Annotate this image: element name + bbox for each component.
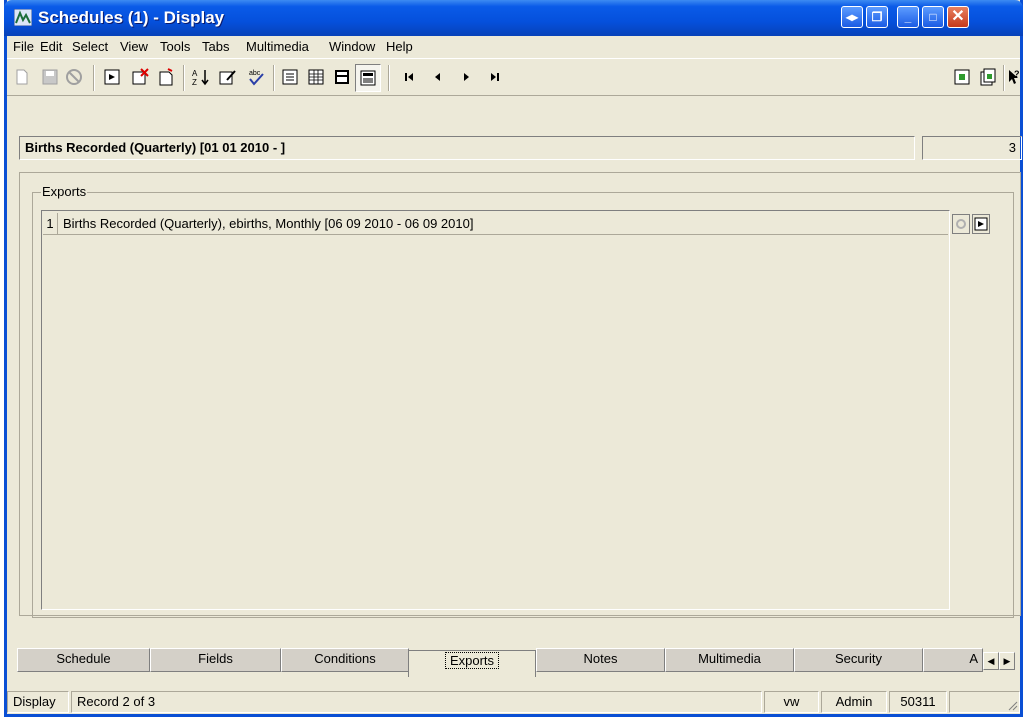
status-role: Admin — [821, 691, 887, 713]
tab-conditions[interactable]: Conditions — [281, 648, 409, 672]
title-bar[interactable]: Schedules (1) - Display ◂▸ ❐ _ □ ✕ — [4, 0, 1023, 36]
status-mode: Display — [7, 691, 69, 713]
toolbar-separator — [273, 65, 275, 91]
view-summary-icon[interactable] — [333, 68, 351, 86]
exports-group-label: Exports — [41, 184, 88, 199]
menu-multimedia[interactable]: Multimedia — [246, 39, 309, 54]
save-icon[interactable] — [41, 68, 59, 86]
application-window: Schedules (1) - Display ◂▸ ❐ _ □ ✕ File … — [4, 0, 1023, 717]
open-record-icon — [974, 217, 988, 231]
toolbar-separator — [1003, 65, 1005, 91]
menu-edit[interactable]: Edit — [40, 39, 62, 54]
view-image-toggle[interactable] — [355, 64, 381, 92]
view-image-icon — [360, 70, 376, 86]
new-record-icon[interactable] — [13, 68, 31, 86]
window-restore-icon: ❐ — [871, 10, 883, 24]
tab-overflow[interactable]: A — [923, 648, 983, 672]
cancel-icon[interactable] — [65, 68, 83, 86]
row-action-button-disabled[interactable] — [952, 214, 970, 234]
row-text: Births Recorded (Quarterly), ebirths, Mo… — [63, 216, 474, 231]
tab-scroll-right-icon[interactable]: ▶ — [999, 652, 1015, 670]
exports-list[interactable] — [41, 210, 950, 610]
tab-security[interactable]: Security — [794, 648, 923, 672]
status-bar: Display Record 2 of 3 vw Admin 50311 — [7, 691, 1020, 714]
menu-tools[interactable]: Tools — [160, 39, 190, 54]
last-record-icon[interactable] — [485, 68, 503, 86]
sort-icon[interactable]: AZ — [192, 68, 210, 86]
tab-notes[interactable]: Notes — [536, 648, 665, 672]
status-grip[interactable] — [949, 691, 1020, 713]
record-count-field: 3 — [922, 136, 1022, 160]
row-action-button[interactable] — [972, 214, 990, 234]
view-list-icon[interactable] — [307, 68, 325, 86]
copy-icon[interactable] — [979, 68, 997, 86]
menu-select[interactable]: Select — [72, 39, 108, 54]
status-record: Record 2 of 3 — [71, 691, 762, 713]
next-record-icon[interactable] — [457, 68, 475, 86]
tab-schedule[interactable]: Schedule — [17, 648, 150, 672]
svg-text:A: A — [192, 69, 198, 78]
tab-exports-label: Exports — [444, 652, 500, 669]
resize-grip-icon — [1008, 701, 1018, 711]
svg-text:Z: Z — [192, 78, 197, 86]
spellcheck-icon[interactable]: abc — [247, 68, 265, 86]
attach-icon[interactable] — [953, 68, 971, 86]
tab-fields[interactable]: Fields — [150, 648, 281, 672]
status-user: vw — [764, 691, 819, 713]
record-title-field: Births Recorded (Quarterly) [01 01 2010 … — [19, 136, 915, 160]
tab-strip: Schedule Fields Conditions Exports Notes… — [7, 648, 1020, 677]
row-number: 1 — [43, 213, 58, 234]
nav-arrows-icon: ◂▸ — [845, 10, 859, 24]
menu-window[interactable]: Window — [329, 39, 375, 54]
help-icon[interactable]: ? — [1008, 68, 1022, 86]
minimize-icon: _ — [904, 10, 912, 24]
list-item[interactable]: 1 Births Recorded (Quarterly), ebirths, … — [43, 213, 948, 235]
maximize-icon: □ — [929, 10, 937, 24]
view-form-icon[interactable] — [281, 68, 299, 86]
first-record-icon[interactable] — [401, 68, 419, 86]
tab-scroll-left-icon[interactable]: ◀ — [983, 652, 999, 670]
previous-record-icon[interactable] — [429, 68, 447, 86]
tab-multimedia[interactable]: Multimedia — [665, 648, 794, 672]
svg-text:?: ? — [1014, 69, 1020, 79]
gear-icon — [956, 219, 966, 229]
app-icon — [14, 9, 32, 26]
close-icon: ✕ — [951, 8, 965, 25]
toolbar-separator — [183, 65, 185, 91]
menu-bar: File Edit Select View Tools Tabs Multime… — [7, 36, 1020, 56]
delete-record-icon[interactable] — [131, 68, 149, 86]
close-button[interactable]: ✕ — [947, 6, 969, 28]
toolbar-separator — [93, 65, 95, 91]
nav-toggle-button[interactable]: ◂▸ — [841, 6, 863, 28]
restore-down-button[interactable]: ❐ — [866, 6, 888, 28]
new-page-icon[interactable] — [157, 68, 175, 86]
tab-exports[interactable]: Exports — [408, 650, 536, 677]
status-code: 50311 — [889, 691, 947, 713]
menu-help[interactable]: Help — [386, 39, 413, 54]
minimize-button[interactable]: _ — [897, 6, 919, 28]
menu-file[interactable]: File — [13, 39, 34, 54]
menu-view[interactable]: View — [120, 39, 148, 54]
toolbar: AZ abc ? — [7, 58, 1020, 96]
svg-text:abc: abc — [249, 70, 261, 77]
window-title: Schedules (1) - Display — [38, 8, 225, 27]
record-icon[interactable] — [103, 68, 121, 86]
toolbar-separator — [388, 65, 390, 91]
maximize-button[interactable]: □ — [922, 6, 944, 28]
edit-icon[interactable] — [219, 68, 237, 86]
menu-tabs[interactable]: Tabs — [202, 39, 229, 54]
